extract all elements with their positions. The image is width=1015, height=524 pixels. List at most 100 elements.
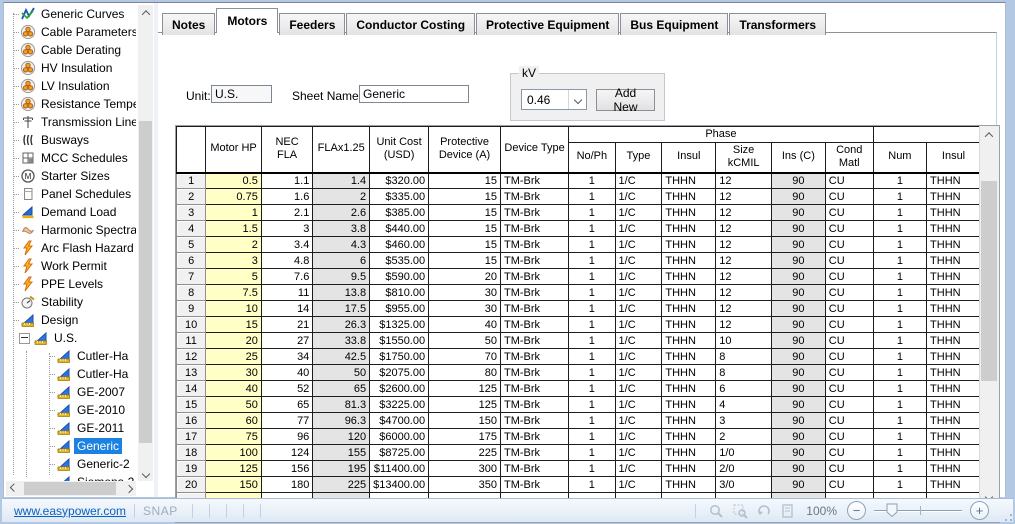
cell[interactable]: 12 [716,173,772,189]
cell[interactable]: 1/C [615,429,662,445]
cell[interactable]: THHN [927,461,981,477]
cell[interactable]: 1 [873,205,926,221]
cell[interactable]: 1 [873,461,926,477]
cell[interactable]: 11 [261,285,312,301]
row-header[interactable]: 19 [177,461,206,477]
cell[interactable]: TM-Brk [500,413,568,429]
cell[interactable]: $1550.00 [370,333,429,349]
cell[interactable]: THHN [927,189,981,205]
cell[interactable]: 1 [873,317,926,333]
cell[interactable]: CU [825,285,873,301]
cell[interactable]: 1/C [615,477,662,493]
cell[interactable]: TM-Brk [500,349,568,365]
zoom-sheet-icon[interactable] [778,502,798,519]
cell[interactable]: CU [825,365,873,381]
cell[interactable]: 125 [206,461,262,477]
sidebar-item-cable-derating[interactable]: Cable Derating [4,41,136,59]
cell[interactable]: $320.00 [370,173,429,189]
cell[interactable]: 96.3 [313,413,370,429]
cell[interactable]: 90 [772,461,826,477]
cell[interactable]: 1.5 [206,221,262,237]
cell[interactable]: CU [825,189,873,205]
cell[interactable]: CU [825,253,873,269]
cell[interactable]: 1 [873,189,926,205]
cell[interactable]: $440.00 [370,221,429,237]
cell[interactable]: 90 [772,237,826,253]
cell[interactable]: 3 [716,413,772,429]
cell[interactable]: 1 [569,205,615,221]
cell[interactable]: TM-Brk [500,285,568,301]
cell[interactable]: 90 [772,381,826,397]
cell[interactable]: 17.5 [313,301,370,317]
unit-field[interactable]: U.S. [211,85,272,103]
cell[interactable]: THHN [927,381,981,397]
cell[interactable]: CU [825,461,873,477]
cell[interactable]: THHN [662,333,716,349]
cell[interactable]: THHN [662,381,716,397]
cell[interactable]: 2 [206,237,262,253]
cell[interactable]: THHN [927,413,981,429]
row-header[interactable]: 18 [177,445,206,461]
cell[interactable]: $535.00 [370,253,429,269]
cell[interactable]: CU [825,269,873,285]
cell[interactable]: 33.8 [313,333,370,349]
cell[interactable]: 12 [716,285,772,301]
cell[interactable]: 150 [206,477,262,493]
cell[interactable]: TM-Brk [500,173,568,189]
cell[interactable]: 1 [873,301,926,317]
cell[interactable]: CU [825,205,873,221]
cell[interactable]: THHN [927,301,981,317]
cell[interactable]: 34 [261,349,312,365]
collapse-expander-icon[interactable] [19,333,30,344]
cell[interactable]: $955.00 [370,301,429,317]
scrollbar-thumb[interactable] [24,482,116,495]
cell[interactable]: 90 [772,221,826,237]
cell[interactable]: THHN [927,477,981,493]
cell[interactable]: TM-Brk [500,445,568,461]
cell[interactable]: THHN [927,349,981,365]
cell[interactable]: $13400.00 [370,477,429,493]
row-header[interactable]: 16 [177,413,206,429]
cell[interactable]: THHN [662,429,716,445]
cell[interactable]: 4.8 [261,253,312,269]
row-header[interactable]: 9 [177,301,206,317]
add-new-button[interactable]: Add New [596,89,655,111]
cell[interactable]: 155 [313,445,370,461]
cell[interactable]: 4 [716,397,772,413]
cell[interactable]: THHN [662,349,716,365]
cell[interactable]: 1 [569,301,615,317]
cell[interactable]: 2 [313,189,370,205]
cell[interactable]: 21 [261,317,312,333]
scrollbar-thumb[interactable] [981,181,997,381]
cell[interactable]: CU [825,429,873,445]
cell[interactable]: 180 [261,477,312,493]
cell[interactable]: TM-Brk [500,253,568,269]
cell[interactable]: 1 [569,173,615,189]
cell[interactable]: THHN [662,413,716,429]
sidebar-item-transmission-line[interactable]: Transmission Line [4,113,136,131]
zoom-slider[interactable] [874,502,962,519]
cell[interactable]: 40 [429,317,501,333]
cell[interactable]: 1 [873,429,926,445]
cell[interactable]: 1 [569,397,615,413]
sidebar-item-cable-parameters[interactable]: Cable Parameters [4,23,136,41]
cell[interactable]: 1 [873,237,926,253]
cell[interactable]: CU [825,333,873,349]
cell[interactable]: 60 [206,413,262,429]
cell[interactable]: TM-Brk [500,221,568,237]
cell[interactable]: $810.00 [370,285,429,301]
cell[interactable]: 4.3 [313,237,370,253]
row-header[interactable]: 20 [177,477,206,493]
scrollbar-thumb[interactable] [139,121,152,443]
cell[interactable]: 10 [716,333,772,349]
cell[interactable]: 1/C [615,221,662,237]
cell[interactable]: THHN [662,365,716,381]
cell[interactable]: CU [825,173,873,189]
cell[interactable]: 15 [429,205,501,221]
cell[interactable]: THHN [662,221,716,237]
cell[interactable]: 10 [206,301,262,317]
cell[interactable]: 1 [873,397,926,413]
cell[interactable]: THHN [927,285,981,301]
cell[interactable]: $335.00 [370,189,429,205]
scroll-up-button[interactable] [138,5,153,20]
